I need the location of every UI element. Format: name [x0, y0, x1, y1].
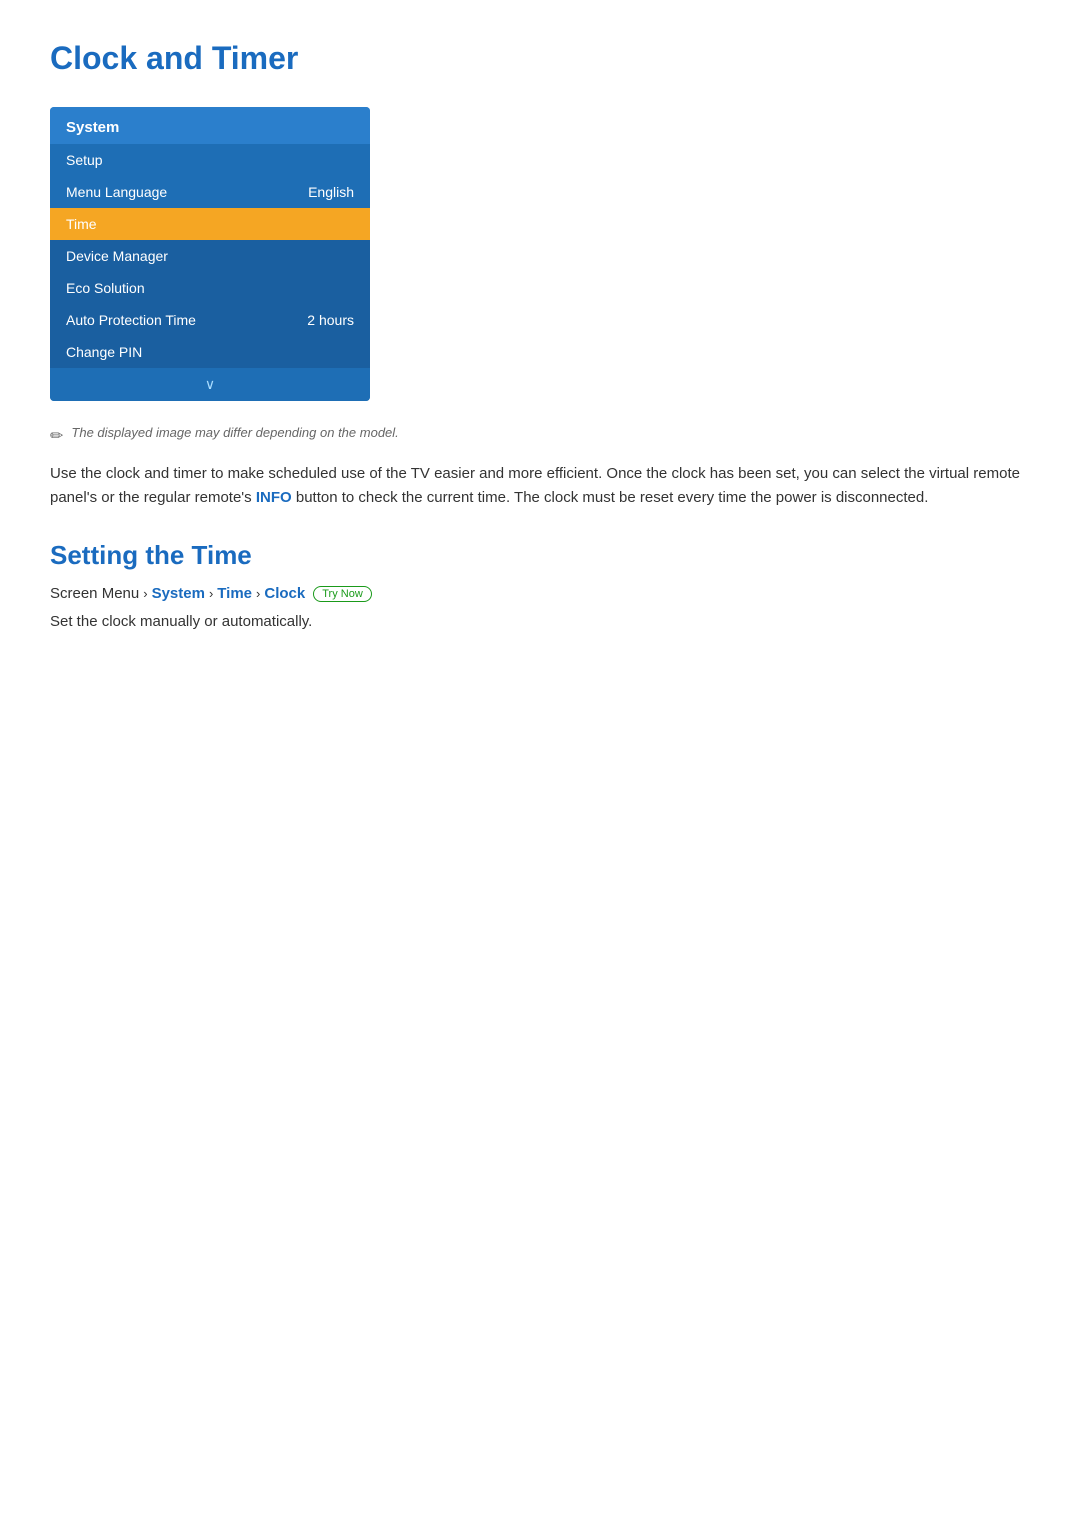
- menu-item-eco-solution-label: Eco Solution: [66, 280, 145, 296]
- menu-item-menu-language[interactable]: Menu Language English: [50, 176, 370, 208]
- setting-description: Set the clock manually or automatically.: [50, 610, 1030, 634]
- note-text: The displayed image may differ depending…: [71, 425, 398, 440]
- menu-item-eco-solution[interactable]: Eco Solution: [50, 272, 370, 304]
- try-now-badge[interactable]: Try Now: [313, 586, 372, 602]
- pencil-icon: ✏: [50, 426, 63, 446]
- breadcrumb-prefix: Screen Menu: [50, 585, 139, 602]
- body-text-part2: button to check the current time. The cl…: [292, 489, 929, 506]
- breadcrumb-sep2: ›: [209, 586, 213, 601]
- breadcrumb-system[interactable]: System: [152, 585, 205, 602]
- menu-chevron: ∨: [50, 368, 370, 401]
- page-title: Clock and Timer: [50, 40, 1030, 77]
- menu-item-menu-language-value: English: [308, 184, 354, 200]
- breadcrumb-clock[interactable]: Clock: [264, 585, 305, 602]
- menu-item-menu-language-label: Menu Language: [66, 184, 167, 200]
- breadcrumb: Screen Menu › System › Time › Clock Try …: [50, 585, 1030, 602]
- body-text: Use the clock and timer to make schedule…: [50, 462, 1030, 510]
- menu-item-setup-label: Setup: [66, 152, 103, 168]
- breadcrumb-time[interactable]: Time: [217, 585, 252, 602]
- breadcrumb-sep1: ›: [143, 586, 147, 601]
- menu-item-change-pin[interactable]: Change PIN: [50, 336, 370, 368]
- info-word: INFO: [256, 489, 292, 506]
- menu-item-time-label: Time: [66, 216, 97, 232]
- menu-item-device-manager[interactable]: Device Manager: [50, 240, 370, 272]
- menu-item-device-manager-label: Device Manager: [66, 248, 168, 264]
- menu-item-change-pin-label: Change PIN: [66, 344, 142, 360]
- menu-header: System: [50, 107, 370, 144]
- menu-panel: System Setup Menu Language English Time …: [50, 107, 370, 401]
- menu-item-auto-protection-time-value: 2 hours: [307, 312, 354, 328]
- breadcrumb-sep3: ›: [256, 586, 260, 601]
- setting-section-title: Setting the Time: [50, 540, 1030, 571]
- menu-item-time[interactable]: Time: [50, 208, 370, 240]
- menu-item-auto-protection-time[interactable]: Auto Protection Time 2 hours: [50, 304, 370, 336]
- note-row: ✏ The displayed image may differ dependi…: [50, 425, 1030, 446]
- menu-item-auto-protection-time-label: Auto Protection Time: [66, 312, 196, 328]
- menu-item-setup[interactable]: Setup: [50, 144, 370, 176]
